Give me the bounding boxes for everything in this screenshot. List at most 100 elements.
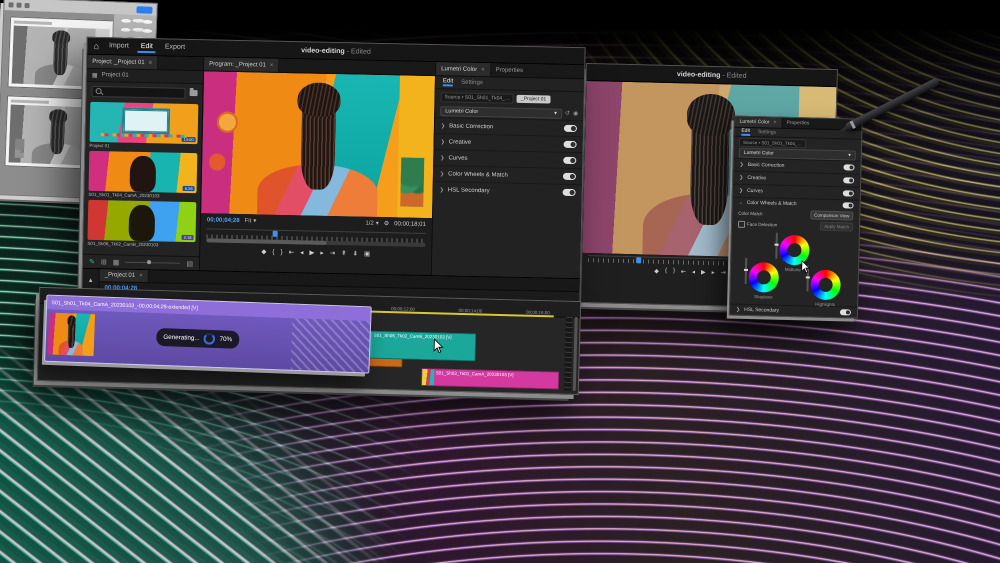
add-marker-button[interactable]: ◆ <box>261 248 266 256</box>
workspace-tab[interactable]: Import <box>106 41 132 53</box>
mark-in-button[interactable]: { <box>272 248 274 255</box>
section-toggle[interactable] <box>563 189 576 196</box>
close-icon[interactable]: × <box>270 62 274 68</box>
extract-button[interactable]: ⇟ <box>352 249 358 257</box>
marketing-composition: ⌂ ImportEditExport video-editing - Edite… <box>0 0 1000 563</box>
go-to-in-button[interactable]: ⇤ <box>289 248 295 256</box>
sequence-tab[interactable]: _Project 01 × <box>100 269 149 282</box>
edit-subtab[interactable]: Edit <box>443 78 454 86</box>
export-frame-button[interactable]: ▣ <box>364 250 370 258</box>
project-chip-button[interactable]: _Project 01 <box>517 94 550 103</box>
workspace-tab[interactable]: Edit <box>138 41 156 52</box>
close-icon[interactable]: × <box>139 273 143 279</box>
generative-extend-clip[interactable]: S01_Sh01_Tk04_CamA_20230103_-00;00;04;29… <box>44 295 372 374</box>
add-marker-button[interactable]: ◆ <box>654 267 659 274</box>
section-toggle[interactable] <box>563 157 576 164</box>
section-toggle[interactable] <box>564 141 577 148</box>
apply-match-button[interactable]: Apply Match <box>820 222 853 232</box>
media-item[interactable]: 6:28 S01_Sh01_Tk04_CamA_20230103 <box>88 151 197 199</box>
program-monitor-tab[interactable]: Program: _Project 01 × <box>204 57 279 72</box>
search-input[interactable] <box>105 87 182 97</box>
program-viewport[interactable] <box>201 71 435 218</box>
media-thumbnail[interactable]: 14:00 <box>90 102 199 144</box>
settings-subtab[interactable]: Settings <box>461 80 483 86</box>
primary-action-button[interactable] <box>136 6 152 14</box>
chevron-right-icon: ❯ <box>440 171 444 177</box>
section-toggle[interactable] <box>843 177 854 183</box>
brush-preset[interactable] <box>117 26 153 33</box>
play-button[interactable]: ▶ <box>701 268 706 275</box>
properties-tab[interactable]: Properties <box>491 67 528 74</box>
clip-thumbnail <box>421 369 433 385</box>
panel-menu-icon[interactable]: ≡ <box>149 60 153 66</box>
highlights-wheel[interactable] <box>810 270 841 301</box>
go-to-in-button[interactable]: ⇤ <box>681 268 686 275</box>
project-panel-tab[interactable]: Project: _Project 01 ≡ <box>87 55 158 69</box>
playback-resolution-dropdown[interactable]: 1/2 ▾ <box>365 220 379 227</box>
midtones-slider[interactable] <box>775 233 778 259</box>
clip-label: S01_Sh03_Tk01_CamA_20230103 [V] <box>436 370 556 378</box>
mark-in-button[interactable]: { <box>665 268 667 274</box>
selection-tool-icon[interactable]: ▲ <box>88 278 94 284</box>
section-toggle[interactable] <box>564 125 577 132</box>
media-thumbnail[interactable]: 6:28 <box>89 151 198 193</box>
tool-icon[interactable] <box>8 2 13 7</box>
media-item[interactable]: 14:00 Project 01 <box>89 102 198 150</box>
current-timecode[interactable]: 00;00;04;28 <box>207 217 240 224</box>
timeline-clip[interactable]: S01_Sh06_Tk02_CamB_20230103 [V] <box>358 330 476 361</box>
close-icon[interactable]: × <box>774 119 777 125</box>
reset-icon[interactable]: ↺ <box>565 110 570 117</box>
thumbnail-zoom-slider[interactable] <box>125 262 180 264</box>
mark-out-button[interactable]: } <box>280 248 282 255</box>
lift-button[interactable]: ⇞ <box>341 249 347 257</box>
mark-out-button[interactable]: } <box>673 268 675 274</box>
search-box[interactable] <box>91 85 185 98</box>
tool-icon[interactable] <box>16 2 21 7</box>
shadows-slider[interactable] <box>745 258 748 284</box>
timeline-scrollbar[interactable] <box>573 317 578 391</box>
face-detection-checkbox[interactable]: Face Detection <box>738 221 777 229</box>
edit-icon[interactable]: ✎ <box>89 257 95 265</box>
generating-progress-pill: Generating... 70% <box>156 328 240 349</box>
media-item[interactable]: 2:18 S01_Sh06_Tk02_CamB_20230103 <box>87 200 196 248</box>
close-icon[interactable]: × <box>481 67 485 73</box>
bin-icon[interactable]: ▤ <box>186 259 193 267</box>
section-toggle[interactable] <box>840 309 851 315</box>
lumetri-color-tab[interactable]: Lumetri Color × <box>436 62 491 76</box>
new-item-icon[interactable]: ⊞ <box>101 258 107 266</box>
chevron-right-icon: ❯ <box>739 188 743 194</box>
edit-subtab[interactable]: Edit <box>741 128 750 136</box>
lumetri-color-tab[interactable]: Lumetri Color × <box>734 117 782 128</box>
home-icon[interactable]: ⌂ <box>93 41 99 51</box>
comparison-view-button[interactable]: Comparison View <box>810 211 853 221</box>
settings-subtab[interactable]: Settings <box>758 129 776 135</box>
grid-view-toggle-icon[interactable]: ▦ <box>113 258 120 266</box>
step-forward-button[interactable]: ▸ <box>712 269 715 276</box>
step-back-button[interactable]: ◂ <box>300 248 303 256</box>
settings-wrench-icon[interactable]: ⚙ <box>384 220 390 227</box>
section-toggle[interactable] <box>843 164 854 170</box>
section-toggle[interactable] <box>843 190 854 196</box>
step-back-button[interactable]: ◂ <box>692 268 695 275</box>
bypass-eye-icon[interactable]: ◉ <box>573 110 578 117</box>
go-to-out-button[interactable]: ⇥ <box>721 269 726 276</box>
play-button[interactable]: ▶ <box>309 249 314 257</box>
media-thumbnail[interactable]: 2:18 <box>87 200 196 242</box>
shadows-wheel[interactable] <box>748 262 779 293</box>
frame-caption <box>14 21 52 25</box>
section-toggle[interactable] <box>563 173 576 180</box>
step-forward-button[interactable]: ▸ <box>320 249 323 257</box>
brush-preset[interactable] <box>117 17 153 24</box>
playhead[interactable] <box>272 231 277 237</box>
section-toggle[interactable] <box>842 202 853 208</box>
playhead[interactable] <box>636 257 641 263</box>
source-clip-label[interactable]: Source • S01_Sh01_Tk04_… <box>440 92 514 104</box>
timeline-clip[interactable]: S01_Sh03_Tk01_CamA_20230103 [V] <box>420 368 559 390</box>
new-bin-icon[interactable] <box>190 90 198 96</box>
go-to-out-button[interactable]: ⇥ <box>330 249 336 257</box>
lumetri-preset-dropdown[interactable]: Lumetri Color ▾ <box>440 106 562 119</box>
workspace-tab[interactable]: Export <box>162 42 188 54</box>
tool-icon[interactable] <box>24 2 29 7</box>
fit-dropdown[interactable]: Fit ▾ <box>245 217 257 224</box>
properties-tab[interactable]: Properties <box>782 120 813 127</box>
